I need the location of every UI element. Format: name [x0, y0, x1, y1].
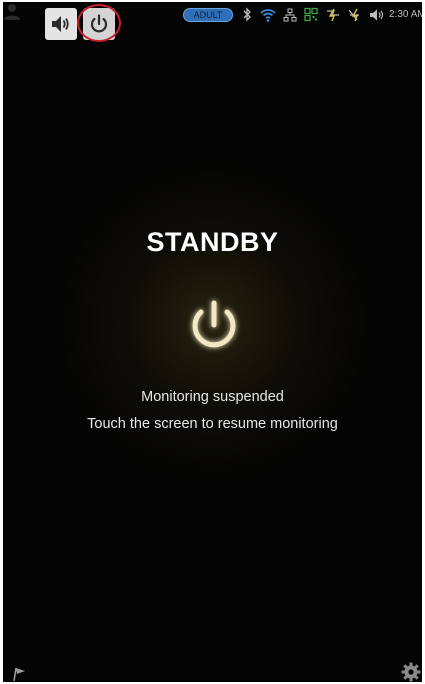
- power-icon: [192, 300, 236, 348]
- standby-title: STANDBY: [146, 227, 279, 257]
- settings-gear-icon[interactable]: [401, 662, 421, 682]
- standby-power-icon: [90, 14, 108, 33]
- bluetooth-icon: [243, 7, 251, 22]
- standby-button[interactable]: [83, 8, 115, 40]
- standby-screen[interactable]: ADULT 2:30 AM STANDBY Monitoring suspend…: [3, 2, 422, 682]
- qr-icon: [304, 7, 318, 22]
- flag-icon[interactable]: [11, 666, 27, 682]
- network-icon: [283, 8, 297, 22]
- volume-icon: [370, 9, 384, 21]
- status-bar: ADULT 2:30 AM: [3, 2, 422, 42]
- patient-mode-badge[interactable]: ADULT: [183, 8, 233, 22]
- clock: 2:30 AM: [389, 9, 422, 20]
- sound-icon: [52, 16, 69, 32]
- battery-charge-icon: [327, 8, 339, 22]
- monitoring-status-text: Monitoring suspended: [141, 389, 284, 405]
- sound-button[interactable]: [45, 8, 77, 40]
- resume-instruction-text: Touch the screen to resume monitoring: [87, 416, 338, 432]
- wifi-icon: [260, 9, 276, 22]
- battery-icon: [348, 8, 359, 22]
- user-icon: [4, 4, 20, 20]
